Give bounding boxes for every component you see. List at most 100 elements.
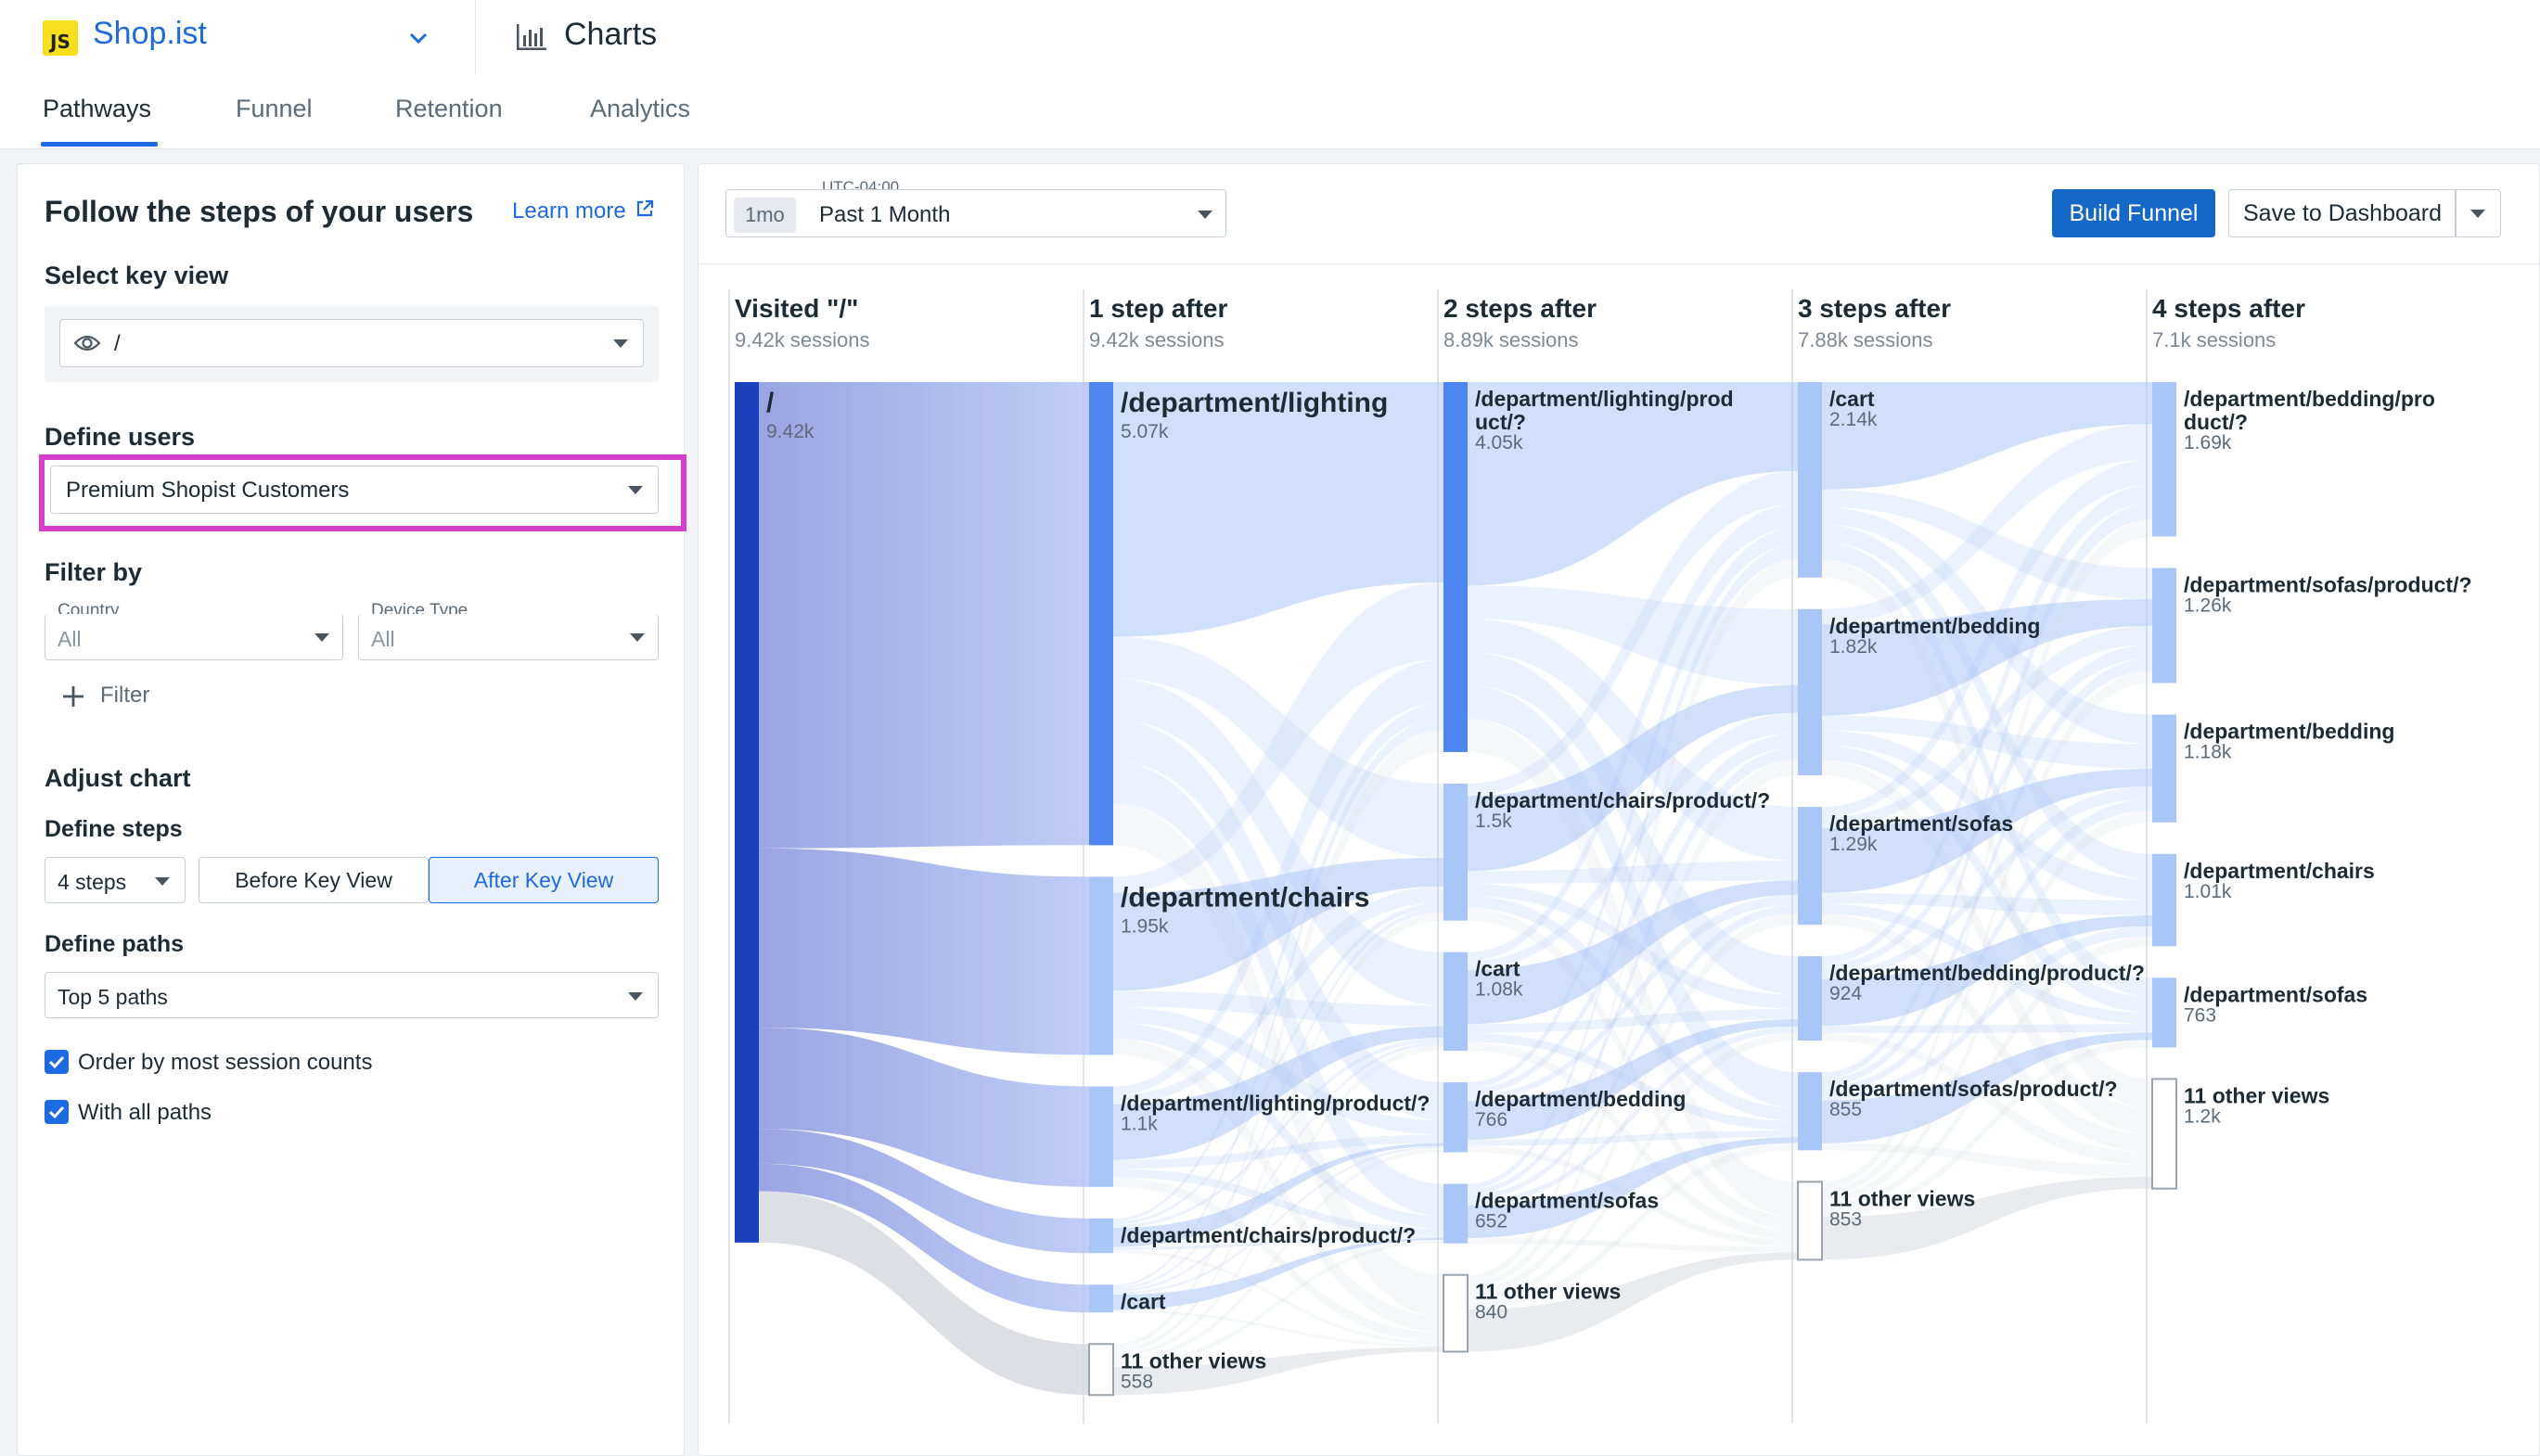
node-value: 9.42k [766,421,815,442]
paths-select[interactable]: Top 5 paths [45,972,659,1018]
key-view-value: / [114,331,121,356]
sankey-link[interactable] [1822,1024,2152,1033]
chevron-down-icon[interactable] [404,24,432,52]
caret-down-icon [630,633,645,642]
node-value: 1.01k [2184,881,2232,902]
tab-funnel[interactable]: Funnel [236,95,313,123]
plus-icon[interactable] [61,684,85,709]
sankey-node[interactable] [1443,1183,1468,1244]
select-key-view-label: Select key view [45,262,229,289]
column-sessions: 8.89k sessions [1443,328,1579,351]
country-value: All [58,627,82,651]
before-key-view-button[interactable]: Before Key View [199,857,429,903]
order-by-checkbox[interactable] [45,1050,69,1074]
node-label: /department/sofas [1475,1189,1659,1213]
sankey-node[interactable] [1798,1072,1822,1151]
filter-by-label: Filter by [45,558,143,586]
sankey-node[interactable] [2152,714,2176,823]
node-label: /department/bedding/pro [2184,387,2435,411]
app-name[interactable]: Shop.ist [93,16,207,52]
node-label: /department/bedding/product/? [1829,961,2145,985]
time-range-select[interactable]: 1mo Past 1 Month [725,189,1226,237]
node-value: 1.2k [2184,1105,2221,1127]
sankey-node[interactable] [2152,568,2176,683]
node-value: 1.26k [2184,594,2232,616]
sankey-node[interactable] [1443,952,1468,1052]
sankey-node[interactable] [1798,382,1822,578]
sankey-node[interactable] [1089,1284,1113,1313]
node-value: 924 [1829,983,1862,1004]
sankey-node[interactable] [1089,1086,1113,1187]
sankey-node[interactable] [1443,1273,1469,1353]
sankey-node[interactable] [2152,853,2176,947]
sankey-node[interactable] [1798,956,1822,1041]
sankey-node[interactable] [1089,382,1113,846]
sankey-node[interactable] [1089,876,1113,1055]
node-label: /department/chairs [2184,859,2375,883]
define-paths-label: Define paths [45,931,185,957]
sankey-node[interactable] [1797,1181,1823,1261]
key-view-select[interactable]: / [59,319,644,367]
node-value: 558 [1121,1371,1153,1392]
node-value: 853 [1829,1208,1862,1230]
node-label: /department/chairs [1121,882,1369,913]
sankey-node[interactable] [1089,1218,1113,1254]
app-badge: JS [50,31,71,53]
save-options-dropdown[interactable] [2455,189,2501,237]
chart-header-divider [699,263,2540,264]
time-range-value: Past 1 Month [819,202,951,227]
sankey-link[interactable] [759,382,1089,849]
eye-icon [73,335,101,351]
define-steps-label: Define steps [45,816,183,842]
device-type-value: All [371,627,395,651]
column-sessions: 9.42k sessions [1089,328,1225,351]
tab-analytics[interactable]: Analytics [590,95,690,123]
node-value: 766 [1475,1109,1507,1130]
after-key-view-button[interactable]: After Key View [429,857,659,903]
node-value: 652 [1475,1211,1507,1232]
sankey-node[interactable] [1443,1082,1468,1153]
node-label: /department/bedding [1829,614,2040,638]
sankey-node[interactable] [1443,382,1468,752]
node-value: 5.07k [1121,421,1169,442]
add-filter-button[interactable]: Filter [100,683,149,709]
column-title: 2 steps after [1443,294,1597,323]
sankey-node[interactable] [2152,382,2176,537]
build-funnel-button[interactable]: Build Funnel [2052,189,2215,237]
caret-down-icon [2470,210,2485,218]
sankey-link[interactable] [759,848,1089,1055]
tab-bar [0,74,2540,149]
tab-retention[interactable]: Retention [395,95,503,123]
sankey-node[interactable] [1088,1343,1114,1397]
learn-more-link[interactable]: Learn more [512,198,626,224]
active-tab-indicator [41,142,158,147]
with-all-paths-checkbox[interactable] [45,1100,69,1124]
sankey-node[interactable] [735,382,759,1243]
bar-chart-icon [517,24,546,50]
node-label: /department/sofas/product/? [2184,572,2472,596]
sankey-node[interactable] [1443,783,1468,921]
column-sessions: 7.1k sessions [2152,328,2276,351]
save-to-dashboard-button[interactable]: Save to Dashboard [2228,189,2457,237]
external-link-icon[interactable] [635,198,655,219]
node-label: /cart [1829,387,1875,411]
sankey-node[interactable] [2151,1078,2177,1190]
steps-select[interactable]: 4 steps [45,857,186,903]
node-label: /department/sofas [1829,811,2013,836]
device-type-select[interactable]: All [358,614,659,660]
sankey-node[interactable] [2152,977,2176,1048]
node-label: /department/sofas/product/? [1829,1077,2118,1101]
node-value: 1.1k [1121,1113,1158,1134]
section-title: Charts [564,17,658,52]
sankey-node[interactable] [1798,608,1822,776]
country-select[interactable]: All [45,614,343,660]
sankey-node[interactable] [1798,807,1822,926]
column-title: Visited "/" [735,294,858,323]
adjust-chart-label: Adjust chart [45,764,191,792]
node-value: 1.29k [1829,834,1878,855]
node-label: 11 other views [1829,1186,1975,1210]
tab-pathways[interactable]: Pathways [43,95,151,123]
order-by-label: Order by most session counts [78,1050,373,1075]
node-label: / [766,388,775,418]
panel-title: Follow the steps of your users [45,195,474,228]
